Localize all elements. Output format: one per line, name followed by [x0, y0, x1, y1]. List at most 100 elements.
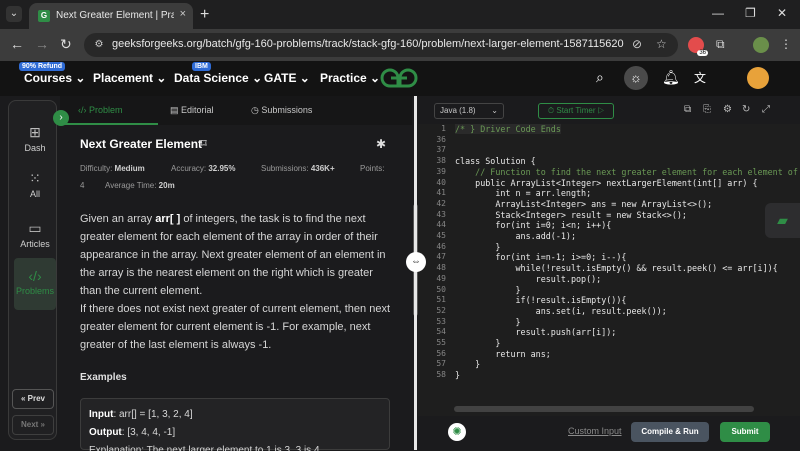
- code-line[interactable]: Stack<Integer> result = new Stack<>();: [455, 210, 687, 220]
- line-number: 41: [436, 188, 446, 198]
- line-number: 37: [436, 145, 446, 155]
- nav-courses[interactable]: Courses ⌄: [24, 71, 85, 85]
- chat-icon[interactable]: ▰: [765, 203, 800, 238]
- nav-practice[interactable]: Practice ⌄: [320, 71, 380, 85]
- restore-icon[interactable]: ❐: [745, 6, 756, 20]
- timer-label: Start Timer: [556, 106, 596, 115]
- new-tab-button[interactable]: +: [200, 6, 209, 24]
- code-line[interactable]: }: [455, 359, 480, 369]
- fullscreen-icon[interactable]: ⤢: [762, 104, 770, 115]
- back-icon[interactable]: ←: [10, 36, 24, 52]
- document-icon: ▤: [170, 105, 179, 115]
- theme-toggle-icon[interactable]: ☼: [624, 66, 648, 90]
- code-line[interactable]: }: [455, 338, 500, 348]
- bookmark-star-icon[interactable]: ☆: [656, 37, 667, 51]
- sidebar-item-problems[interactable]: ‹/› Problems: [14, 258, 56, 310]
- sidebar-item-all[interactable]: ⁙ All: [14, 170, 56, 199]
- site-info-icon[interactable]: ⚙: [92, 38, 106, 52]
- extension-badge-icon[interactable]: 36: [688, 37, 708, 56]
- resize-handle-icon[interactable]: ⇔: [406, 252, 426, 272]
- nav-gate[interactable]: GATE ⌄: [264, 71, 310, 85]
- sidebar-item-articles[interactable]: ▭ Articles: [14, 220, 56, 249]
- site-navbar: 90% Refund Courses ⌄ Placement ⌄ IBM Dat…: [0, 61, 800, 96]
- code-line[interactable]: for(int i=0; i<n; i++){: [455, 220, 611, 230]
- desc-text: of integers, the task is to find the nex…: [80, 213, 386, 297]
- points-label: Points:: [360, 164, 385, 173]
- settings-icon[interactable]: ⚙: [723, 104, 732, 115]
- code-line[interactable]: result.pop();: [455, 274, 602, 284]
- line-number: 45: [436, 231, 446, 240]
- line-number: 51: [436, 295, 446, 305]
- nav-placement[interactable]: Placement ⌄: [93, 71, 166, 85]
- code-line[interactable]: return ans;: [455, 349, 550, 359]
- chevron-down-icon: ⌄: [156, 71, 167, 85]
- reset-icon[interactable]: ↻: [742, 104, 750, 115]
- code-line[interactable]: // Function to find the next greater ele…: [455, 167, 798, 177]
- eye-off-icon[interactable]: ⊘: [632, 37, 642, 51]
- collapse-sidebar-icon[interactable]: ›: [53, 110, 69, 126]
- avg-time-meta: Average Time: 20m: [105, 181, 175, 190]
- code-line[interactable]: }: [455, 370, 460, 380]
- editor-horizontal-scrollbar[interactable]: [454, 406, 754, 412]
- custom-input-link[interactable]: Custom Input: [568, 426, 622, 436]
- code-editor[interactable]: 1 36 37 38 39 40 41 42 43 44 45 46 47 48 49 50 51 52 53 54 5…: [418, 124, 800, 416]
- minimize-icon[interactable]: —: [712, 6, 724, 20]
- language-select[interactable]: Java (1.8) ⌄: [434, 103, 504, 119]
- forward-icon[interactable]: →: [35, 36, 49, 52]
- copy-icon[interactable]: ⧉: [684, 104, 691, 115]
- code-line[interactable]: while(!result.isEmpty() && result.peek()…: [455, 263, 778, 273]
- tab-problem[interactable]: ‹/› Problem: [78, 105, 123, 115]
- url-text[interactable]: geeksforgeeks.org/batch/gfg-160-problems…: [112, 38, 624, 50]
- panel-divider[interactable]: [414, 96, 417, 450]
- code-line[interactable]: ans.set(i, result.peek());: [455, 306, 667, 316]
- browser-profile-icon[interactable]: [753, 37, 769, 53]
- code-line[interactable]: ans.add(-1);: [455, 231, 577, 241]
- examples-heading: Examples: [80, 372, 127, 383]
- tab-close-icon[interactable]: ×: [180, 8, 186, 20]
- code-line[interactable]: }: [455, 242, 500, 252]
- search-icon[interactable]: ⌕: [596, 69, 604, 86]
- avatar[interactable]: [747, 67, 769, 89]
- notification-bell-icon[interactable]: 🔔︎: [662, 69, 680, 86]
- code-line[interactable]: class Solution {: [455, 156, 536, 166]
- report-bug-icon[interactable]: ✱: [376, 137, 386, 151]
- code-line[interactable]: }: [455, 285, 521, 295]
- file-icon[interactable]: ⎘: [703, 104, 711, 115]
- editor-footer: ✺ Custom Input Compile & Run Submit: [418, 416, 800, 450]
- next-button[interactable]: Next »: [12, 415, 54, 435]
- code-line[interactable]: for(int i=n-1; i>=0; i--){: [455, 252, 626, 262]
- tab-search-icon[interactable]: ⌄: [6, 6, 22, 22]
- translate-icon[interactable]: 文: [694, 69, 706, 86]
- compile-run-button[interactable]: Compile & Run: [631, 422, 709, 442]
- submit-button[interactable]: Submit: [720, 422, 770, 442]
- sidebar-item-dash[interactable]: ⊞ Dash: [14, 124, 56, 153]
- bookmark-icon[interactable]: ⌑: [201, 137, 207, 150]
- tab-editorial[interactable]: ▤ Editorial: [170, 105, 214, 116]
- hint-bulb-icon[interactable]: ✺: [448, 423, 466, 441]
- close-window-icon[interactable]: ✕: [777, 6, 787, 20]
- code-line[interactable]: ArrayList<Integer> ans = new ArrayList<>…: [455, 199, 712, 209]
- line-number: 43: [436, 209, 446, 219]
- code-line[interactable]: }: [455, 317, 521, 327]
- browser-tab-strip: ⌄ G Next Greater Element | Practice | G …: [0, 0, 800, 29]
- nav-data-science[interactable]: Data Science ⌄: [174, 71, 262, 85]
- sidebar-item-label: Articles: [20, 239, 50, 249]
- code-line[interactable]: /* } Driver Code Ends: [455, 124, 561, 134]
- tab-submissions[interactable]: ◷ Submissions: [251, 105, 312, 116]
- omnibox[interactable]: ⚙ geeksforgeeks.org/batch/gfg-160-proble…: [84, 33, 678, 57]
- line-number: 38: [436, 156, 446, 166]
- code-line[interactable]: public ArrayList<Integer> nextLargerElem…: [455, 178, 757, 188]
- extensions-puzzle-icon[interactable]: ⧉: [716, 37, 725, 52]
- reload-icon[interactable]: ↻: [60, 36, 72, 53]
- accuracy-meta: Accuracy: 32.95%: [171, 164, 236, 173]
- browser-tab[interactable]: G Next Greater Element | Practice | G ×: [29, 3, 193, 29]
- gfg-logo-icon[interactable]: [378, 67, 420, 89]
- prev-button[interactable]: « Prev: [12, 389, 54, 409]
- start-timer-button[interactable]: ⏱ Start Timer ▷: [538, 103, 614, 119]
- code-line[interactable]: if(!result.isEmpty()){: [455, 295, 627, 305]
- code-line[interactable]: int n = arr.length;: [455, 188, 591, 198]
- grid-icon: ⁙: [29, 170, 41, 186]
- code-line[interactable]: result.push(arr[i]);: [455, 327, 617, 337]
- browser-menu-icon[interactable]: ⋮: [780, 37, 792, 51]
- line-number: 36: [436, 134, 446, 144]
